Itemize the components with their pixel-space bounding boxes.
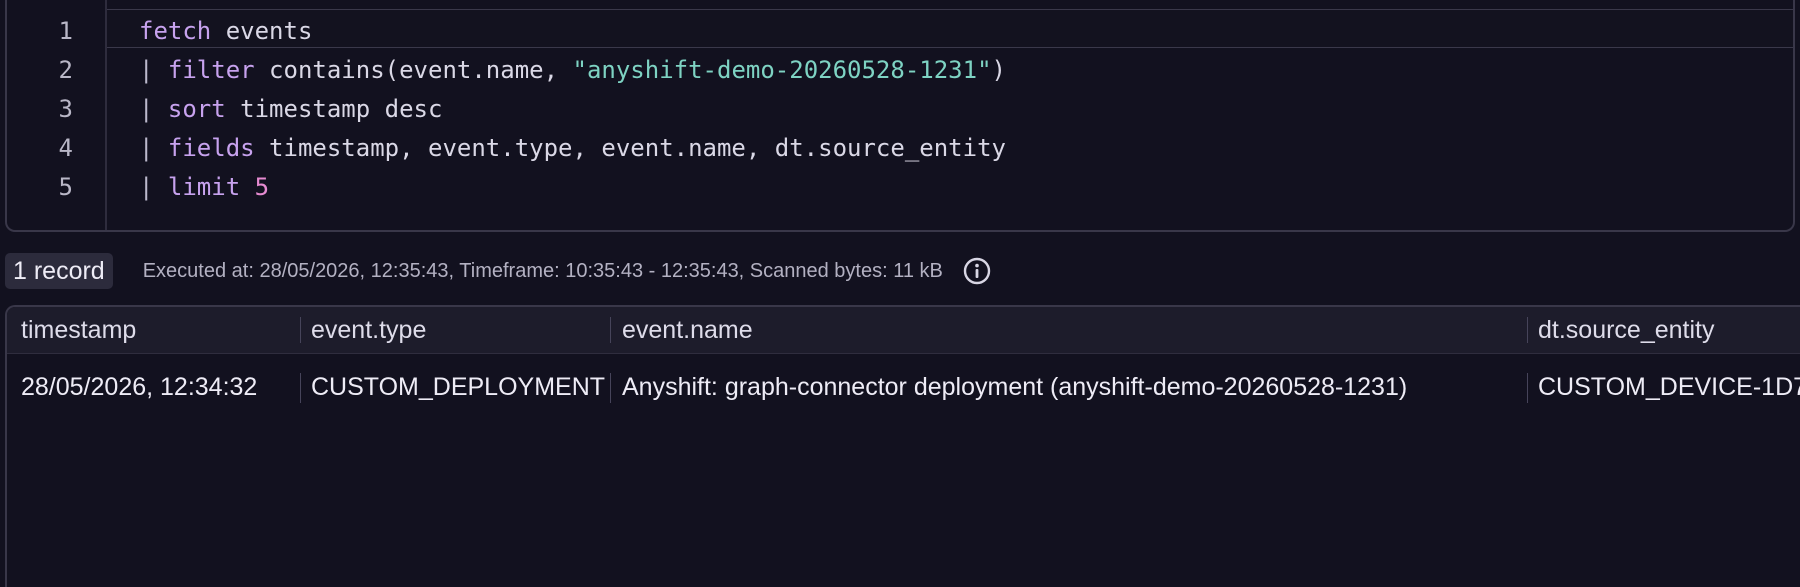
- code-keyword: filter: [167, 56, 255, 84]
- code-token: timestamp desc: [225, 95, 443, 123]
- column-resize-handle[interactable]: [1527, 317, 1528, 343]
- cell-divider: [610, 373, 611, 403]
- cell-event-name: Anyshift: graph-connector deployment (an…: [622, 373, 1408, 401]
- query-results-page: 1 2 3 4 5 fetch events | filter contains…: [0, 0, 1800, 587]
- code-token: |: [139, 173, 168, 201]
- table-header: timestamp event.type event.name dt.sourc…: [7, 307, 1800, 354]
- code-line[interactable]: | fields timestamp, event.type, event.na…: [139, 129, 1006, 168]
- line-number: 3: [58, 95, 73, 123]
- line-number: 5: [58, 173, 73, 201]
- code-string: "anyshift-demo-20260528-1231": [572, 56, 992, 84]
- query-status-bar: 1 record Executed at: 28/05/2026, 12:35:…: [5, 253, 991, 289]
- code-token: events: [211, 17, 313, 45]
- column-header-timestamp[interactable]: timestamp: [21, 307, 136, 353]
- code-token: |: [139, 56, 168, 84]
- cell-event-type: CUSTOM_DEPLOYMENT: [311, 373, 606, 401]
- code-keyword: sort: [167, 95, 226, 123]
- execution-info: Executed at: 28/05/2026, 12:35:43, Timef…: [142, 259, 943, 282]
- code-line[interactable]: | filter contains(event.name, "anyshift-…: [139, 51, 1006, 90]
- column-header-source-entity[interactable]: dt.source_entity: [1538, 307, 1715, 353]
- code-line[interactable]: | limit 5: [139, 168, 269, 207]
- cell-divider: [300, 373, 301, 403]
- query-editor[interactable]: 1 2 3 4 5 fetch events | filter contains…: [5, 0, 1795, 232]
- code-token: |: [139, 134, 168, 162]
- code-token: ): [991, 56, 1006, 84]
- code-line[interactable]: fetch events: [139, 12, 312, 51]
- column-header-event-name[interactable]: event.name: [622, 307, 753, 353]
- code-token: contains(event.name,: [254, 56, 573, 84]
- line-number: 1: [58, 17, 73, 45]
- code-keyword: fetch: [139, 17, 212, 45]
- column-resize-handle[interactable]: [610, 317, 611, 343]
- line-number: 4: [58, 134, 73, 162]
- cell-divider: [1527, 373, 1528, 403]
- line-number: 2: [58, 56, 73, 84]
- record-count-badge: 1 record: [5, 253, 113, 289]
- cell-timestamp: 28/05/2026, 12:34:32: [21, 373, 258, 401]
- results-table: timestamp event.type event.name dt.sourc…: [5, 305, 1800, 587]
- code-keyword: limit: [167, 173, 241, 201]
- active-line-highlight: [107, 10, 1793, 48]
- code-token: |: [139, 95, 168, 123]
- code-number: 5: [254, 173, 270, 201]
- column-header-event-type[interactable]: event.type: [311, 307, 426, 353]
- column-resize-handle[interactable]: [300, 317, 301, 343]
- code-token: timestamp, event.type, event.name, dt.so…: [254, 134, 1006, 162]
- code-keyword: fields: [167, 134, 255, 162]
- info-circle-icon[interactable]: [963, 257, 991, 285]
- line-number-gutter: 1 2 3 4 5: [7, 0, 107, 230]
- code-line[interactable]: | sort timestamp desc: [139, 90, 442, 129]
- cell-source-entity: CUSTOM_DEVICE-1D7: [1538, 373, 1800, 401]
